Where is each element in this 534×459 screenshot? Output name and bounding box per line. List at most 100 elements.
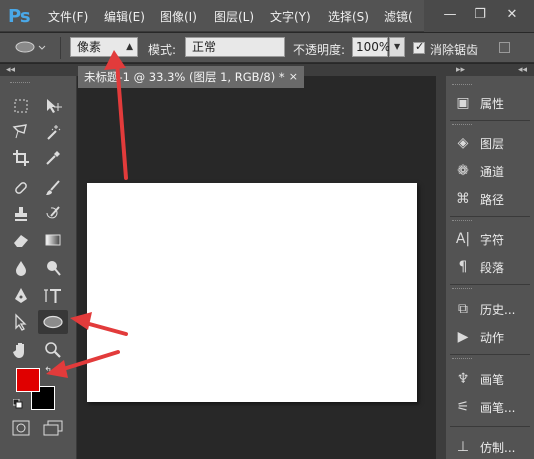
panel-label: 通道: [480, 164, 505, 179]
menu-filter[interactable]: 滤镜(: [384, 8, 413, 25]
brush-tool-icon[interactable]: [40, 176, 66, 200]
foreground-color-swatch[interactable]: [16, 368, 40, 392]
move-tool-icon[interactable]: [40, 94, 66, 118]
clone-stamp-tool-icon[interactable]: [8, 202, 34, 226]
collapse-panels-icon[interactable]: ◂◂: [518, 64, 527, 76]
menu-type[interactable]: 文字(Y): [270, 8, 311, 25]
close-icon[interactable]: ✕: [500, 4, 524, 26]
dodge-tool-icon[interactable]: [40, 256, 66, 280]
eraser-tool-icon[interactable]: [8, 228, 34, 252]
mode-select[interactable]: 正常: [185, 37, 285, 57]
crop-tool-icon[interactable]: [8, 146, 34, 170]
panel-label: 属性: [480, 96, 505, 111]
options-bar: 像素 ▲ 模式: 正常 不透明度: 100% ▼ ✓ 消除锯齿: [0, 33, 534, 63]
hand-tool-icon[interactable]: [8, 338, 34, 362]
opacity-dropdown-button[interactable]: ▼: [389, 37, 405, 57]
expand-panels-icon[interactable]: ▸▸: [456, 64, 465, 76]
brush-presets-icon: ⚟: [456, 399, 470, 415]
ellipse-tool-icon[interactable]: [38, 310, 68, 334]
close-icon[interactable]: ×: [289, 66, 298, 88]
menu-image[interactable]: 图像(I): [160, 8, 197, 25]
mode-select-value: 正常: [192, 40, 217, 54]
panel-grip: [452, 288, 472, 290]
panel-label: 画笔: [480, 372, 505, 387]
divider: [450, 120, 530, 121]
blur-tool-icon[interactable]: [8, 256, 34, 280]
panel-channels[interactable]: ❁ 通道: [446, 158, 534, 184]
ellipse-tool-preset-icon[interactable]: [8, 35, 48, 59]
paragraph-icon: ¶: [458, 259, 468, 275]
quick-mask-icon[interactable]: [8, 416, 34, 440]
minimize-icon[interactable]: —: [438, 4, 462, 26]
screen-mode-icon[interactable]: [40, 416, 66, 440]
window-controls: — ❐ ✕: [424, 0, 534, 32]
extra-option-icon[interactable]: [499, 42, 510, 53]
panel-paragraph[interactable]: ¶ 段落: [446, 254, 534, 280]
unit-select-value: 像素: [77, 40, 102, 54]
channels-icon: ❁: [457, 163, 469, 179]
path-selection-tool-icon[interactable]: [8, 310, 34, 334]
opacity-label: 不透明度:: [293, 43, 346, 57]
menu-file[interactable]: 文件(F): [48, 8, 88, 25]
panel-brush-presets[interactable]: ⚟ 画笔...: [446, 394, 534, 420]
panel-layers[interactable]: ◈ 图层: [446, 130, 534, 156]
panel-grip: [452, 124, 472, 126]
panel-label: 段落: [480, 260, 505, 275]
panel-clone-source[interactable]: ⊥ 仿制...: [446, 434, 534, 459]
layers-icon: ◈: [457, 135, 469, 151]
menu-select[interactable]: 选择(S): [328, 8, 369, 25]
panel-character[interactable]: A| 字符: [446, 226, 534, 252]
panel-label: 图层: [480, 136, 505, 151]
brush-icon: ♆: [456, 371, 470, 387]
character-icon: A|: [455, 231, 471, 247]
toolbar-grip: [10, 82, 30, 84]
unit-select[interactable]: 像素 ▲: [70, 37, 138, 57]
panel-paths[interactable]: ⌘ 路径: [446, 186, 534, 212]
panel-dock-separator: [436, 76, 446, 459]
actions-icon: ▶: [457, 329, 469, 345]
panel-dock: ▣ 属性 ◈ 图层 ❁ 通道 ⌘ 路径 A| 字符 ¶ 段落 ⧉ 历史... ▶…: [446, 76, 534, 459]
app-logo: Ps: [8, 6, 31, 27]
panel-label: 路径: [480, 192, 505, 207]
swap-colors-icon[interactable]: ↰: [44, 366, 52, 377]
updown-icon: ▲: [126, 42, 133, 52]
panel-properties[interactable]: ▣ 属性: [446, 90, 534, 116]
divider: [450, 426, 530, 427]
eyedropper-tool-icon[interactable]: [40, 146, 66, 170]
healing-brush-tool-icon[interactable]: [8, 176, 34, 200]
gradient-tool-icon[interactable]: [40, 228, 66, 252]
divider: [450, 354, 530, 355]
paths-icon: ⌘: [456, 191, 470, 207]
toolbar: ↰: [0, 76, 77, 459]
properties-icon: ▣: [456, 95, 470, 111]
panel-actions[interactable]: ▶ 动作: [446, 324, 534, 350]
menu-layer[interactable]: 图层(L): [214, 8, 254, 25]
panel-brush[interactable]: ♆ 画笔: [446, 366, 534, 392]
opacity-input[interactable]: 100%: [352, 37, 390, 57]
collapse-toolbar-icon[interactable]: ◂◂: [6, 64, 15, 76]
panel-grip: [452, 358, 472, 360]
type-tool-icon[interactable]: [40, 284, 66, 308]
default-colors-icon[interactable]: [12, 398, 23, 412]
history-brush-tool-icon[interactable]: [40, 202, 66, 226]
mode-label: 模式:: [148, 43, 177, 57]
panel-history[interactable]: ⧉ 历史...: [446, 296, 534, 322]
clone-source-icon: ⊥: [456, 439, 470, 455]
document-tab-title: 未标题-1 @ 33.3% (图层 1, RGB/8) *: [84, 70, 285, 84]
pen-tool-icon[interactable]: [8, 284, 34, 308]
check-icon: ✓: [415, 40, 425, 53]
menu-edit[interactable]: 编辑(E): [104, 8, 145, 25]
panel-grip: [452, 220, 472, 222]
separator: [60, 37, 61, 59]
panel-label: 动作: [480, 330, 505, 345]
marquee-tool-icon[interactable]: [8, 94, 34, 118]
lasso-tool-icon[interactable]: [8, 120, 34, 144]
panel-label: 仿制...: [480, 440, 516, 455]
magic-wand-tool-icon[interactable]: [40, 120, 66, 144]
zoom-tool-icon[interactable]: [40, 338, 66, 362]
document-tab[interactable]: 未标题-1 @ 33.3% (图层 1, RGB/8) * ×: [78, 66, 304, 88]
antialias-checkbox[interactable]: ✓: [413, 40, 425, 54]
restore-icon[interactable]: ❐: [468, 4, 492, 26]
document-canvas[interactable]: [87, 183, 417, 402]
menu-bar: Ps 文件(F) 编辑(E) 图像(I) 图层(L) 文字(Y) 选择(S) 滤…: [0, 0, 534, 32]
